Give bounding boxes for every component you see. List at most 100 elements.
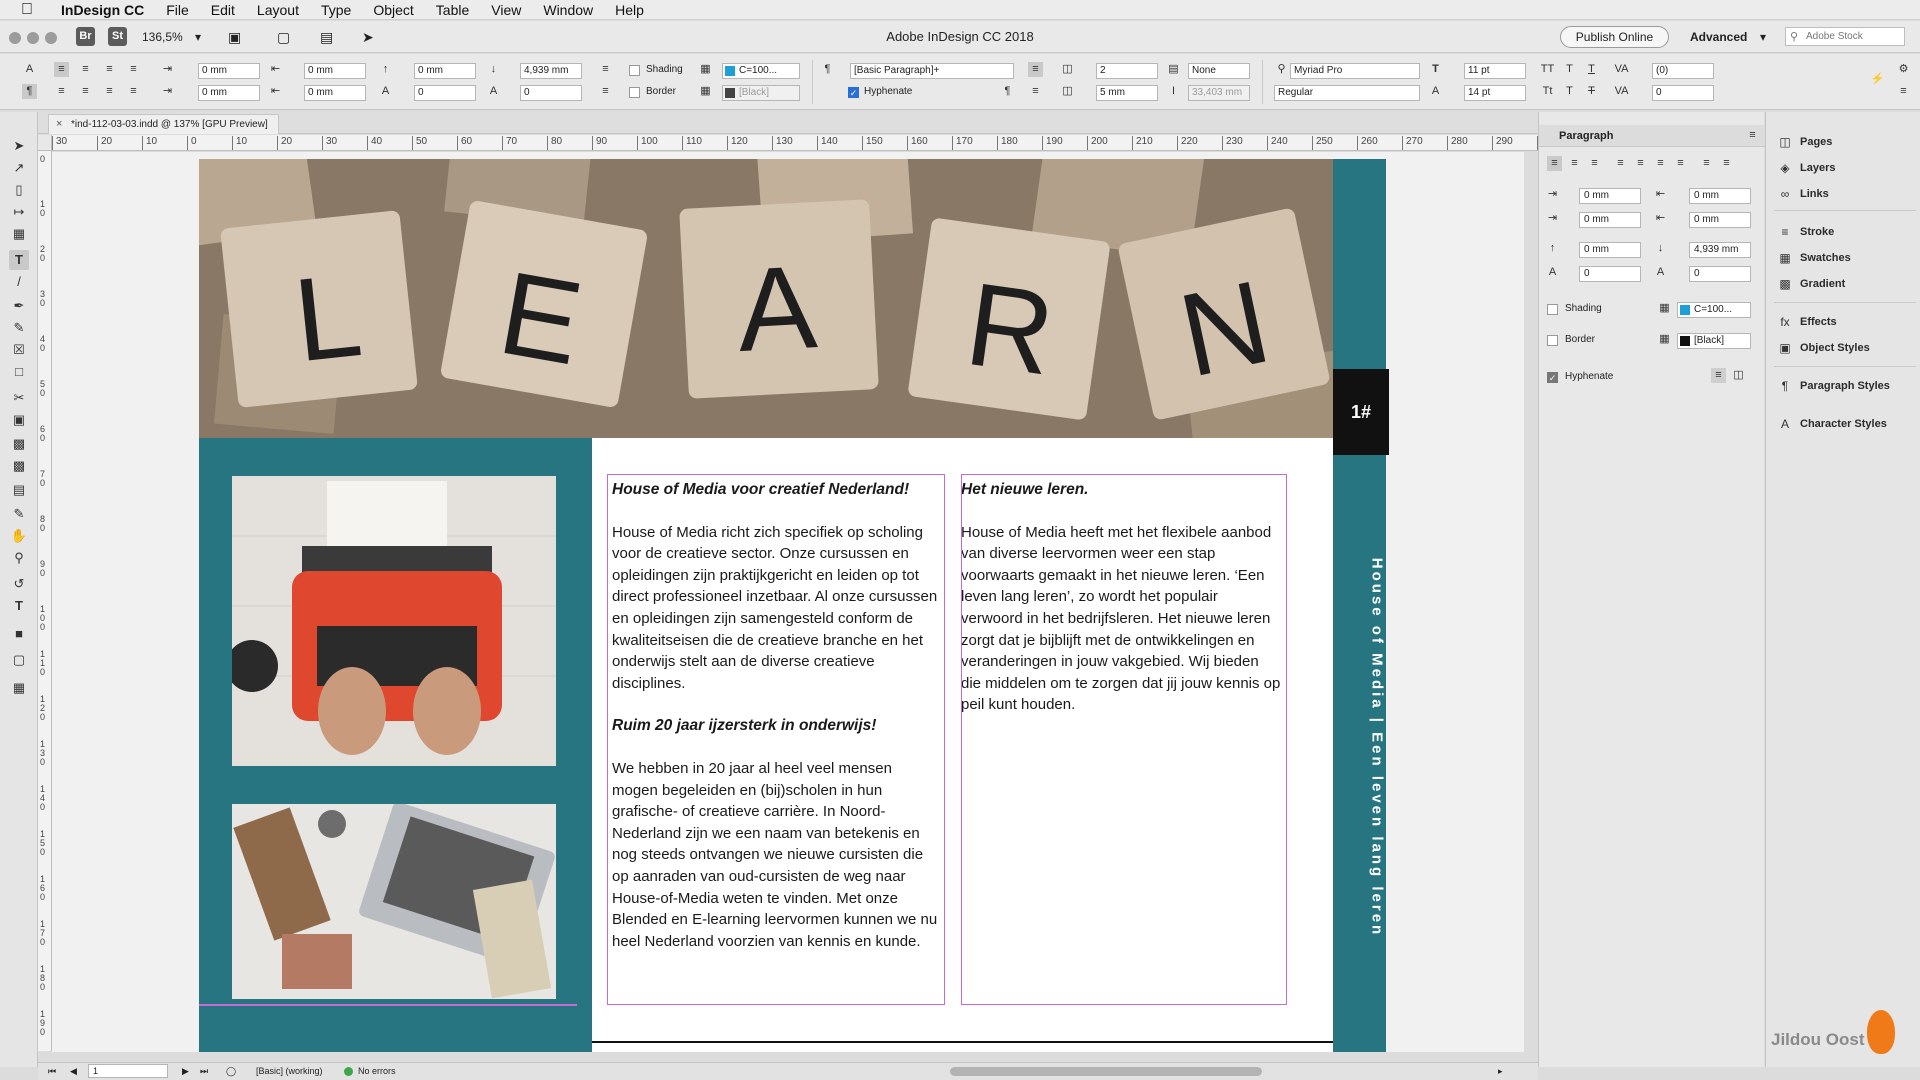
open-page-icon[interactable]: ◯ [226,1063,236,1080]
first-line-indent-field[interactable]: 0 mm [198,85,260,101]
dock-item-links[interactable]: ∞ Links [1776,184,1916,204]
space-before-field[interactable]: 0 mm [414,63,476,79]
align-left-icon[interactable]: ≡ [1547,156,1562,171]
border-settings-icon[interactable]: ▦ [1657,332,1672,347]
subscript-icon[interactable]: T [1562,84,1577,99]
document-page[interactable]: L E A R N 1# House of Media | Een leven … [199,159,1389,1052]
eyedropper-tool-icon[interactable]: ✎ [9,504,29,524]
align-center-icon[interactable]: ≡ [78,62,93,77]
justify-center-icon[interactable]: ≡ [78,84,93,99]
close-icon[interactable]: × [56,115,62,134]
left-indent-field[interactable]: 0 mm [1579,188,1641,204]
justify-right-icon[interactable]: ≡ [102,84,117,99]
last-line-indent-field[interactable]: 0 mm [1689,212,1751,228]
last-line-indent-field[interactable]: 0 mm [304,85,366,101]
paragraph-panel-title[interactable]: Paragraph [1539,125,1765,147]
dock-item-pages[interactable]: ◫ Pages [1776,132,1916,152]
horizontal-scrollbar[interactable] [950,1067,1262,1076]
align-right-icon[interactable]: ≡ [102,62,117,77]
content-collector-icon[interactable]: ▦ [9,224,29,244]
panel-menu-icon[interactable]: ≡ [1745,128,1760,143]
minimize-window-button[interactable] [27,32,39,44]
bullets-icon[interactable]: ≡ [598,62,613,77]
justify-all-icon[interactable]: ≡ [126,84,141,99]
shading-checkbox[interactable] [629,65,640,76]
dock-item-character-styles[interactable]: A Character Styles [1776,414,1916,434]
all-caps-icon[interactable]: TT [1540,62,1555,77]
border-checkbox[interactable] [629,87,640,98]
menu-object[interactable]: Object [362,2,424,18]
ruler-origin[interactable] [38,135,52,151]
page-number-select[interactable]: 1 [88,1064,168,1078]
menu-layout[interactable]: Layout [246,2,310,18]
font-style-select[interactable]: Regular [1274,85,1420,101]
pasteboard[interactable]: L E A R N 1# House of Media | Een leven … [52,152,1524,1052]
tracking-field[interactable]: 0 [1652,85,1714,101]
drop-cap-lines-field[interactable]: 0 [1579,266,1641,282]
workspace-select[interactable]: Advanced [1690,27,1747,47]
align-towards-spine-icon[interactable]: ≡ [126,62,141,77]
menu-file[interactable]: File [155,2,200,18]
formatting-affects-text-icon[interactable]: T [9,596,29,616]
page-tool-icon[interactable]: ▯ [9,180,29,200]
typewriter-photo[interactable] [232,476,556,766]
publish-online-button[interactable]: Publish Online [1560,26,1669,48]
note-tool-icon[interactable]: ▤ [9,480,29,500]
scissors-tool-icon[interactable]: ✂ [9,388,29,408]
dock-item-effects[interactable]: fx Effects [1776,312,1916,332]
align-baseline-icon[interactable]: ≡ [1028,84,1043,99]
underline-icon[interactable]: T [1584,62,1599,77]
gutter-field[interactable]: 5 mm [1096,85,1158,101]
paragraph-mode-icon[interactable]: ¶ [22,84,37,99]
character-mode-icon[interactable]: A [22,62,37,77]
pen-tool-icon[interactable]: ✒ [9,296,29,316]
single-line-composer-icon[interactable]: ≡ [1711,368,1726,383]
quick-apply-icon[interactable]: ⚡ [1870,72,1885,87]
panel-menu-icon[interactable]: ≡ [1896,84,1911,99]
close-window-button[interactable] [9,32,21,44]
menu-help[interactable]: Help [604,2,655,18]
scroll-right-icon[interactable]: ▸ [1498,1063,1503,1080]
rectangle-tool-icon[interactable]: □ [9,362,29,382]
text-column-2[interactable]: Het nieuwe leren. House of Media heeft m… [961,479,1281,737]
left-indent-field[interactable]: 0 mm [198,63,260,79]
span-columns-select[interactable]: None [1188,63,1250,79]
pencil-tool-icon[interactable]: ✎ [9,318,29,338]
font-family-select[interactable]: Myriad Pro [1290,63,1420,79]
first-line-indent-field[interactable]: 0 mm [1579,212,1641,228]
direct-selection-tool-icon[interactable]: ↗ [9,158,29,178]
align-center-icon[interactable]: ≡ [1567,156,1582,171]
dock-item-object-styles[interactable]: ▣ Object Styles [1776,338,1916,358]
document-tab[interactable]: × *ind-112-03-03.indd @ 137% [GPU Previe… [48,114,279,134]
space-before-field[interactable]: 0 mm [1579,242,1641,258]
align-left-icon[interactable]: ≡ [54,62,69,77]
zoom-tool-icon[interactable]: ⚲ [9,548,29,568]
dock-item-layers[interactable]: ◈ Layers [1776,158,1916,178]
justify-all-icon[interactable]: ≡ [1673,156,1688,171]
space-after-field[interactable]: 4,939 mm [520,63,582,79]
hero-image-learn-tiles[interactable]: L E A R N [199,159,1333,438]
text-column-1[interactable]: House of Media voor creatief Nederland! … [612,479,940,973]
gradient-swatch-tool-icon[interactable]: ▩ [9,434,29,454]
horizontal-ruler[interactable]: 30 20 10 0 10 20 30 40 50 60 70 80 90 100 110 120 130 140… [52,135,1538,151]
screen-mode-icon[interactable]: ▦ [9,678,29,698]
apply-color-icon[interactable]: ▢ [9,650,29,670]
align-away-spine-icon[interactable]: ≡ [1719,156,1734,171]
menu-app[interactable]: InDesign CC [50,2,155,18]
vertical-ruler[interactable]: 0 10 20 30 40 50 60 70 80 90 100 110 120 130 140 150 160… [38,151,52,1051]
shading-settings-icon[interactable]: ▦ [698,62,713,77]
leading-field[interactable]: 14 pt [1464,85,1526,101]
paragraph-style-select[interactable]: [Basic Paragraph]+ [850,63,1014,79]
drop-cap-lines-field[interactable]: 0 [414,85,476,101]
right-indent-field[interactable]: 0 mm [304,63,366,79]
zoom-window-button[interactable] [45,32,57,44]
line-tool-icon[interactable]: / [9,272,29,292]
columns-field[interactable]: 2 [1096,63,1158,79]
dock-item-gradient[interactable]: ▩ Gradient [1776,274,1916,294]
right-indent-field[interactable]: 0 mm [1689,188,1751,204]
space-after-field[interactable]: 4,939 mm [1689,242,1751,258]
gradient-feather-tool-icon[interactable]: ▩ [9,456,29,476]
preflight-profile[interactable]: [Basic] (working) [256,1063,323,1080]
adobe-stock-search[interactable]: Adobe Stock [1785,27,1905,46]
drop-cap-chars-field[interactable]: 0 [520,85,582,101]
